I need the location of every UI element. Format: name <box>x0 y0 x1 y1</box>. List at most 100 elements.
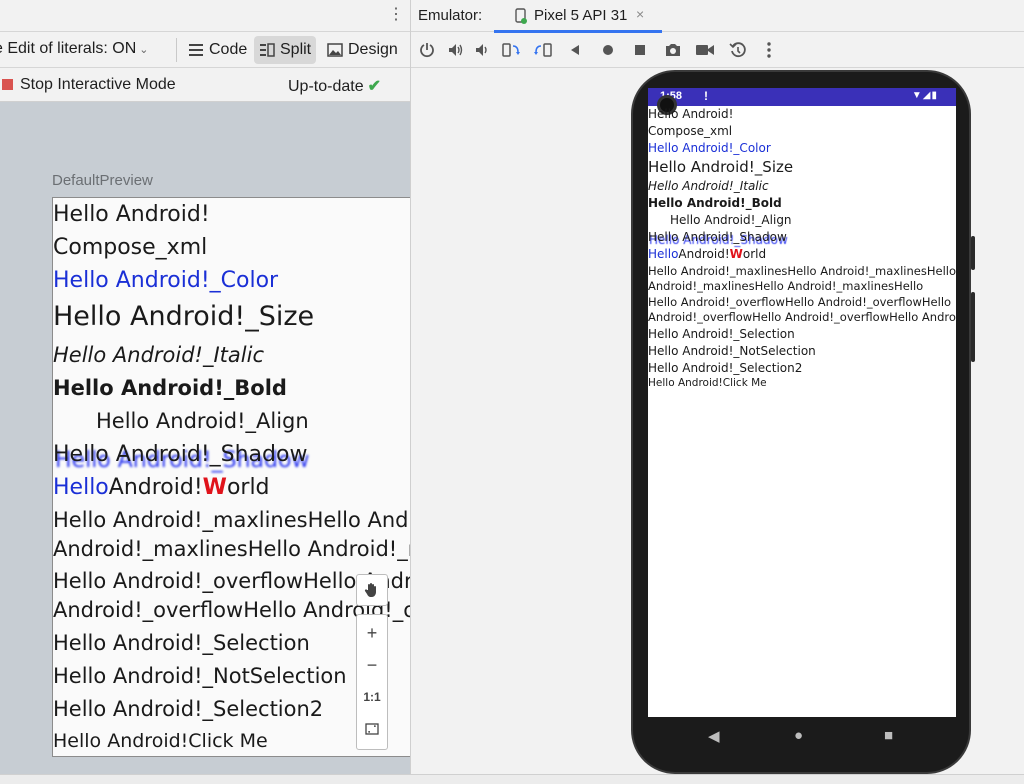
bottom-strip <box>0 774 1024 784</box>
preview-text-selection2: Hello Android!_Selection2 <box>53 697 324 721</box>
stop-icon[interactable] <box>2 79 13 90</box>
preview-text-color: Hello Android!_Color <box>53 268 279 293</box>
annotated-end-span: orld <box>226 475 270 500</box>
screen-text-shadow: Hello Android!_Shadow <box>648 230 787 244</box>
nav-recents-button[interactable]: ■ <box>884 727 893 744</box>
nav-back-button[interactable]: ◀ <box>708 727 720 745</box>
screen-text-compose-xml: Compose_xml <box>648 124 733 138</box>
rotate-right-icon[interactable] <box>532 39 554 61</box>
toolbar-divider <box>176 38 177 62</box>
screen-record-icon[interactable] <box>694 39 716 61</box>
zoom-controls: + − 1:1 <box>356 574 388 750</box>
preview-text-size: Hello Android!_Size <box>53 301 315 332</box>
more-options-icon[interactable]: ⋮ <box>388 5 404 25</box>
preview-text-compose-xml: Compose_xml <box>53 235 208 260</box>
preview-text-click-me: Hello Android!Click Me <box>53 730 268 752</box>
pan-button[interactable] <box>356 574 388 606</box>
annotated-red-span: W <box>729 247 743 261</box>
overview-icon[interactable] <box>629 39 651 61</box>
screen-text-bold: Hello Android!_Bold <box>648 196 782 210</box>
annotated-plain-span: Android! <box>678 247 730 261</box>
nav-home-button[interactable]: ● <box>794 727 803 744</box>
preview-text-bold: Hello Android!_Bold <box>53 376 287 400</box>
checkmark-icon: ✔ <box>367 78 381 95</box>
alert-icon: ! <box>704 89 708 103</box>
screenshot-icon[interactable] <box>662 39 684 61</box>
split-view-button[interactable]: Split <box>254 36 317 64</box>
zoom-stack: + − 1:1 <box>356 614 388 750</box>
code-view-label: Code <box>209 41 248 58</box>
split-editor-pane: ⋮ e Edit of literals: ON ⌄ Code Split Des… <box>0 0 410 784</box>
code-view-button[interactable]: Code <box>183 36 252 64</box>
annotated-blue-span: Hello <box>53 475 109 500</box>
back-icon[interactable] <box>564 39 586 61</box>
build-status: Up-to-date ✔ <box>288 76 381 96</box>
screen-text-selection[interactable]: Hello Android!_Selection <box>648 327 795 341</box>
build-status-label: Up-to-date <box>288 78 364 95</box>
zoom-in-button[interactable]: + <box>357 617 387 649</box>
screen-click-me-text[interactable]: Hello Android!Click Me <box>648 377 767 389</box>
screen-text-size: Hello Android!_Size <box>648 158 794 176</box>
screen-text-maxlines-1: Hello Android!_maxlinesHello Android!_ma… <box>648 264 956 278</box>
zoom-actual-size-button[interactable]: 1:1 <box>357 681 387 713</box>
zoom-to-fit-button[interactable] <box>357 713 387 745</box>
volume-up-icon[interactable] <box>445 39 467 61</box>
preview-text-maxlines-1: Hello Android!_maxlinesHello Android!_ma… <box>53 508 410 532</box>
emulator-pane: Emulator: Pixel 5 API 31 × 1:58 ! ▼◢▮ <box>411 0 1024 774</box>
editor-toolbar: e Edit of literals: ON ⌄ Code Split Desig… <box>0 32 410 68</box>
preview-text-maxlines-2: Android!_maxlinesHello Android!_maxlines… <box>53 537 410 561</box>
phone-power-button <box>971 236 975 270</box>
close-icon[interactable]: × <box>636 6 644 22</box>
more-options-icon[interactable] <box>758 39 780 61</box>
live-edit-literals-label: e Edit of literals: ON <box>0 40 137 57</box>
volume-down-icon[interactable] <box>471 39 493 61</box>
stop-interactive-mode-button[interactable]: Stop Interactive Mode <box>20 76 176 94</box>
emulator-toolbar <box>411 32 1024 68</box>
device-tab-title: Pixel 5 API 31 <box>534 7 628 24</box>
preview-text-annotated: HelloAndroid!World <box>53 475 270 500</box>
fit-screen-icon <box>365 723 379 735</box>
screen-text-maxlines-2: Android!_maxlinesHello Android!_maxlines… <box>648 279 924 293</box>
hand-icon <box>364 583 376 597</box>
screen-text-italic: Hello Android!_Italic <box>648 179 769 193</box>
power-icon[interactable] <box>416 39 438 61</box>
editor-header: ⋮ <box>0 0 410 32</box>
status-bar: 1:58 ! ▼◢▮ <box>648 88 956 106</box>
preview-text-shadow: Hello Android!_Shadow <box>53 442 308 467</box>
preview-text-align: Hello Android!_Align <box>96 409 309 433</box>
design-view-label: Design <box>348 41 398 58</box>
screen-text-align: Hello Android!_Align <box>670 213 792 227</box>
device-screen[interactable]: 1:58 ! ▼◢▮ Hello Android! Compose_xml He… <box>648 88 956 717</box>
preview-text-notselection: Hello Android!_NotSelection <box>53 664 347 688</box>
preview-name-label: DefaultPreview <box>52 172 153 189</box>
screen-text-overflow-1: Hello Android!_overflowHello Android!_ov… <box>648 295 952 309</box>
design-canvas[interactable]: DefaultPreview Hello Android! Compose_xm… <box>0 102 410 774</box>
home-icon[interactable] <box>597 39 619 61</box>
zoom-out-button[interactable]: − <box>357 649 387 681</box>
annotated-plain-span: Android! <box>108 475 203 500</box>
annotated-red-span: W <box>202 475 227 500</box>
device-icon <box>515 8 527 24</box>
live-edit-literals-toggle[interactable]: e Edit of literals: ON ⌄ <box>0 40 149 58</box>
chevron-down-icon: ⌄ <box>139 44 149 56</box>
preview-text-selection: Hello Android!_Selection <box>53 631 310 655</box>
screen-text-selection2[interactable]: Hello Android!_Selection2 <box>648 361 802 375</box>
annotated-end-span: orld <box>742 247 767 261</box>
screen-text-overflow-2: Android!_overflowHello Android!_overflow… <box>648 310 956 324</box>
annotated-blue-span: Hello <box>648 247 679 261</box>
status-icons: ▼◢▮ <box>911 90 938 101</box>
screen-text-color: Hello Android!_Color <box>648 141 771 155</box>
design-view-button[interactable]: Design <box>322 36 403 64</box>
preview-text-italic: Hello Android!_Italic <box>53 343 264 367</box>
phone-volume-button <box>971 292 975 362</box>
device-tab[interactable]: Pixel 5 API 31 × <box>494 0 662 33</box>
interactive-mode-bar: Stop Interactive Mode Up-to-date ✔ <box>0 68 410 102</box>
split-icon <box>260 43 275 57</box>
screen-text-hello: Hello Android! <box>648 107 734 121</box>
device-frame: 1:58 ! ▼◢▮ Hello Android! Compose_xml He… <box>631 68 975 774</box>
snapshot-icon[interactable] <box>727 39 749 61</box>
rotate-left-icon[interactable] <box>500 39 522 61</box>
screen-text-notselection: Hello Android!_NotSelection <box>648 344 816 358</box>
preview-text-hello: Hello Android! <box>53 202 210 227</box>
emulator-tab-bar: Emulator: Pixel 5 API 31 × <box>411 0 1024 33</box>
